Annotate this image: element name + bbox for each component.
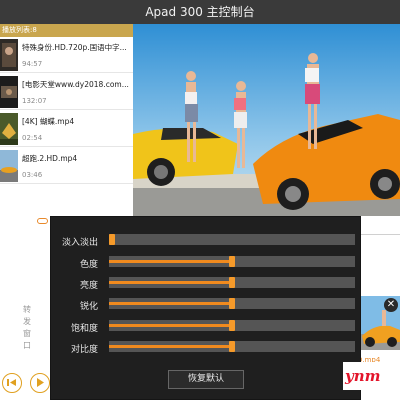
slider-fill bbox=[109, 345, 232, 348]
playlist-item-title: 特殊身份.HD.720p.国语中字... bbox=[22, 43, 127, 52]
playlist-item-title: [电影天堂www.dy2018.com... bbox=[22, 80, 129, 89]
previous-button[interactable] bbox=[2, 373, 22, 393]
watermark-logo: ynm bbox=[343, 362, 400, 390]
playlist-item-duration: 02:54 bbox=[22, 134, 43, 142]
video-thumbnail bbox=[0, 39, 18, 71]
playlist-item[interactable]: 超跑.2.HD.mp4 03:46 bbox=[0, 148, 133, 184]
slider-fill bbox=[109, 324, 232, 327]
slider-knob[interactable] bbox=[229, 298, 235, 309]
forward-window-label: 转发窗口 bbox=[23, 305, 31, 350]
brightness-label: 亮度 bbox=[79, 281, 98, 291]
video-thumbnail bbox=[0, 113, 18, 145]
slider-fill bbox=[109, 281, 232, 284]
fade-label: 淡入淡出 bbox=[61, 238, 98, 248]
video-thumbnail bbox=[0, 150, 18, 182]
contrast-label: 对比度 bbox=[70, 345, 98, 355]
lower-left-strip: 转发窗口 bbox=[0, 216, 50, 400]
reset-defaults-button[interactable]: 恢复默认 bbox=[168, 370, 244, 389]
sharpen-label: 锐化 bbox=[79, 302, 98, 312]
slider-fill bbox=[109, 260, 232, 263]
app-title-bar: Apad 300 主控制台 bbox=[0, 0, 400, 24]
video-preview[interactable] bbox=[133, 24, 400, 216]
drag-handle[interactable] bbox=[37, 218, 48, 224]
play-button[interactable] bbox=[30, 373, 50, 393]
playlist-item[interactable]: [电影天堂www.dy2018.com... 132:07 bbox=[0, 74, 133, 110]
playlist-item-duration: 132:07 bbox=[22, 97, 47, 105]
playlist-item[interactable]: [4K] 蝴蝶.mp4 02:54 bbox=[0, 111, 133, 147]
close-button[interactable]: ✕ bbox=[384, 298, 398, 312]
saturation-label: 饱和度 bbox=[70, 324, 98, 334]
saturation-slider[interactable] bbox=[109, 320, 355, 331]
slider-knob[interactable] bbox=[229, 277, 235, 288]
playlist-header: 播放列表:8 bbox=[0, 24, 133, 37]
divider bbox=[357, 234, 400, 235]
app-title: Apad 300 主控制台 bbox=[145, 5, 255, 19]
slider-knob[interactable] bbox=[229, 320, 235, 331]
slider-fill bbox=[109, 302, 232, 305]
contrast-slider[interactable] bbox=[109, 341, 355, 352]
slider-knob[interactable] bbox=[229, 341, 235, 352]
fade-slider[interactable] bbox=[109, 234, 355, 245]
playlist-panel: 播放列表:8 特殊身份.HD.720p.国语中字... 94:57 [电影天堂w… bbox=[0, 24, 133, 216]
playlist-item[interactable]: 特殊身份.HD.720p.国语中字... 94:57 bbox=[0, 37, 133, 73]
playlist-item-title: [4K] 蝴蝶.mp4 bbox=[22, 117, 75, 126]
playlist-item-duration: 03:46 bbox=[22, 171, 43, 179]
slider-knob[interactable] bbox=[109, 234, 115, 245]
hue-label: 色度 bbox=[79, 260, 98, 270]
video-thumbnail bbox=[0, 76, 18, 108]
close-icon: ✕ bbox=[386, 299, 396, 310]
hue-slider[interactable] bbox=[109, 256, 355, 267]
slider-knob[interactable] bbox=[229, 256, 235, 267]
brightness-slider[interactable] bbox=[109, 277, 355, 288]
previous-icon bbox=[7, 379, 16, 386]
playlist-item-title: 超跑.2.HD.mp4 bbox=[22, 154, 78, 163]
playlist-item-duration: 94:57 bbox=[22, 60, 43, 68]
play-icon bbox=[37, 378, 44, 387]
video-adjust-panel: 淡入淡出 色度 亮度 锐化 饱和度 对比度 恢复默认 bbox=[50, 216, 361, 400]
sharpen-slider[interactable] bbox=[109, 298, 355, 309]
